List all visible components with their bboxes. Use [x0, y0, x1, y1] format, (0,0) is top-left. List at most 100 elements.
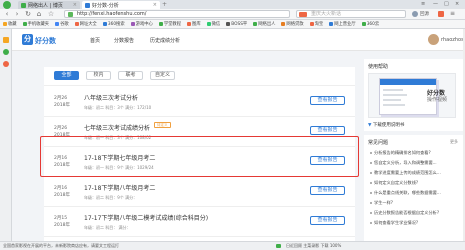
close-tab-icon[interactable]: × — [73, 2, 77, 8]
bookmark-item[interactable]: BOSS平 — [226, 21, 247, 27]
maximize-icon[interactable]: □ — [444, 1, 449, 7]
close-tab-icon[interactable]: × — [153, 2, 157, 8]
faq-item[interactable]: 如何定义自定义分数线? — [370, 180, 418, 186]
bookmark-item[interactable]: 手机收藏夹 — [22, 21, 49, 27]
bullet-icon — [370, 192, 372, 194]
browser-tab-2[interactable]: 好分数-分析 × — [82, 1, 160, 9]
refresh-icon[interactable]: ↻ — [24, 10, 32, 18]
bookmark-item[interactable]: 谷歌 — [55, 21, 69, 27]
view-report-button[interactable]: 查看报告 — [310, 126, 345, 135]
faq-item[interactable]: 学生一样? — [370, 200, 393, 206]
filter-tab-all[interactable]: 全部 — [54, 71, 79, 80]
filter-tab-school[interactable]: 校内 — [86, 71, 111, 80]
bookmark-icon — [206, 22, 211, 26]
faq-item[interactable]: 什么是重点线关联，哪些数据需要... — [370, 190, 441, 196]
download-icon: ▼ — [368, 123, 372, 128]
exam-title[interactable]: 七年级三次考试成绩分析 — [84, 123, 150, 132]
exam-title[interactable]: 17-18下学期八年级月考二 — [84, 183, 155, 192]
bookmark-item[interactable]: 学堂教程 — [158, 21, 181, 27]
bookmark-item[interactable]: 网上营业厅 — [329, 21, 356, 27]
browser-logo-icon[interactable] — [3, 1, 11, 9]
filter-tab-custom[interactable]: 自定义 — [150, 71, 175, 80]
view-report-button[interactable]: 查看报告 — [310, 216, 345, 225]
view-report-button[interactable]: 查看报告 — [310, 96, 345, 105]
bookmark-item[interactable]: 收藏 — [3, 21, 17, 27]
search-placeholder: 重庆大火新话 — [311, 11, 342, 17]
download-manual-link[interactable]: ▼ 下载使用说明书 — [368, 122, 404, 128]
avatar[interactable] — [428, 34, 439, 45]
bookmark-item[interactable]: 淘宝 — [309, 21, 324, 27]
back-icon[interactable]: ‹ — [3, 10, 11, 18]
sidebar-app-icon[interactable] — [3, 49, 9, 55]
bookmark-icon — [253, 22, 258, 26]
bookmark-item[interactable]: 网址大全 — [74, 21, 97, 27]
faq-label: 分析报告的精确排名如何查看? — [374, 150, 431, 155]
bullet-icon — [370, 202, 372, 204]
favorites-star-icon[interactable] — [3, 37, 9, 43]
bookmark-icon — [158, 22, 163, 26]
faq-title: 常见问题 — [368, 140, 389, 146]
user-name[interactable]: rhaozhoshu — [441, 37, 463, 43]
panel-separator — [364, 131, 463, 135]
secure-icon — [68, 12, 73, 17]
url-input[interactable]: http://fenxi.haofenshu.com/ — [64, 10, 290, 18]
user-label[interactable]: 回源 — [420, 11, 429, 17]
faq-item[interactable]: 如何查看学生学业情况? — [370, 220, 418, 226]
bookmark-item[interactable]: 游戏中心 — [130, 21, 153, 27]
nav-home[interactable]: 首页 — [90, 37, 100, 44]
nav-score-report[interactable]: 分数报告 — [114, 37, 134, 44]
bookmark-item[interactable]: 网络出人 — [253, 21, 275, 27]
status-app-icon[interactable] — [276, 244, 281, 248]
status-news-text[interactable]: 全国首家影视在开展的平台，未新影院商店应有，请要文工程运打 — [3, 242, 119, 250]
faq-item[interactable]: 教学进度需要上传的成绩范围怎么... — [370, 170, 441, 176]
faq-item[interactable]: 历史分数报告能否根据自定义分析? — [370, 210, 439, 216]
exam-month: 2月26 — [54, 126, 68, 131]
site-logo-icon[interactable]: 分 — [22, 34, 33, 45]
bookmark-icon — [281, 22, 286, 26]
bookmark-icon — [187, 22, 192, 26]
exam-title[interactable]: 八年级三次考试分析 — [84, 93, 138, 102]
faq-label: 历史分数报告能否根据自定义分析? — [374, 210, 440, 215]
bookmark-item[interactable]: 360搜索 — [102, 21, 125, 27]
close-window-icon[interactable]: × — [455, 1, 459, 7]
browser-menu-icon[interactable]: ≡ — [450, 10, 455, 17]
status-badge: 待定义 — [154, 122, 171, 128]
forward-icon[interactable]: › — [13, 10, 21, 18]
minimize-icon[interactable]: — — [433, 1, 438, 7]
status-right-text[interactable]: 日近回顾 主菜录影 下载 100% — [286, 242, 341, 250]
bookmark-item[interactable]: 微信 — [206, 21, 220, 27]
faq-item[interactable]: 您自定义分析，导入和调整需要... — [370, 160, 437, 166]
bookmark-item[interactable]: 网络贷款 — [281, 21, 304, 27]
bookmark-label: 游戏中心 — [135, 22, 153, 27]
menu-icon[interactable]: ≡ — [421, 1, 425, 7]
video-thumbnail[interactable]: 好分数 操作视频 — [368, 73, 456, 118]
extensions-icon[interactable] — [438, 11, 444, 17]
weibo-icon[interactable] — [3, 61, 9, 67]
filter-tab-joint[interactable]: 联考 — [118, 71, 143, 80]
home-icon[interactable]: ⌂ — [35, 10, 43, 18]
view-report-button[interactable]: 查看报告 — [310, 186, 345, 195]
bookmark-icon — [329, 22, 334, 26]
browser-search-input[interactable]: 重庆大火新话 — [296, 10, 406, 18]
bookmark-label: 淘宝 — [314, 22, 324, 27]
exam-meta: 年级：初二 科目： 满分： — [84, 225, 131, 230]
nav-history-analysis[interactable]: 历史成绩分析 — [150, 37, 180, 44]
bullet-icon — [370, 222, 372, 224]
user-avatar-icon[interactable] — [412, 11, 418, 17]
site-logo-text[interactable]: 好分数 — [35, 36, 56, 46]
divider — [44, 85, 355, 86]
browser-sidebar — [0, 29, 12, 241]
bookmark-item[interactable]: 图库 — [187, 21, 201, 27]
faq-item[interactable]: 分析报告的精确排名如何查看? — [370, 150, 431, 156]
bookmark-item[interactable]: 360云 — [361, 21, 379, 27]
exam-title[interactable]: 17-17下学期八年级二模考试成绩(综合科目分) — [84, 213, 208, 222]
browser-tab-1[interactable]: 网络出人 | 博页 × — [18, 1, 80, 9]
new-tab-icon[interactable]: + — [162, 1, 167, 8]
video-screen-line — [383, 94, 407, 96]
exam-date: 2月16 2018年 — [54, 185, 70, 199]
browser-title-bar: 网络出人 | 博页 × 好分数-分析 × + ≡ — □ × — [0, 0, 465, 9]
star-icon[interactable]: ☆ — [47, 10, 55, 18]
bookmark-label: 360搜索 — [107, 22, 125, 27]
faq-more-link[interactable]: 更多 — [450, 139, 458, 145]
exam-meta: 年级：初二 科目：9个 满分： — [84, 195, 138, 200]
